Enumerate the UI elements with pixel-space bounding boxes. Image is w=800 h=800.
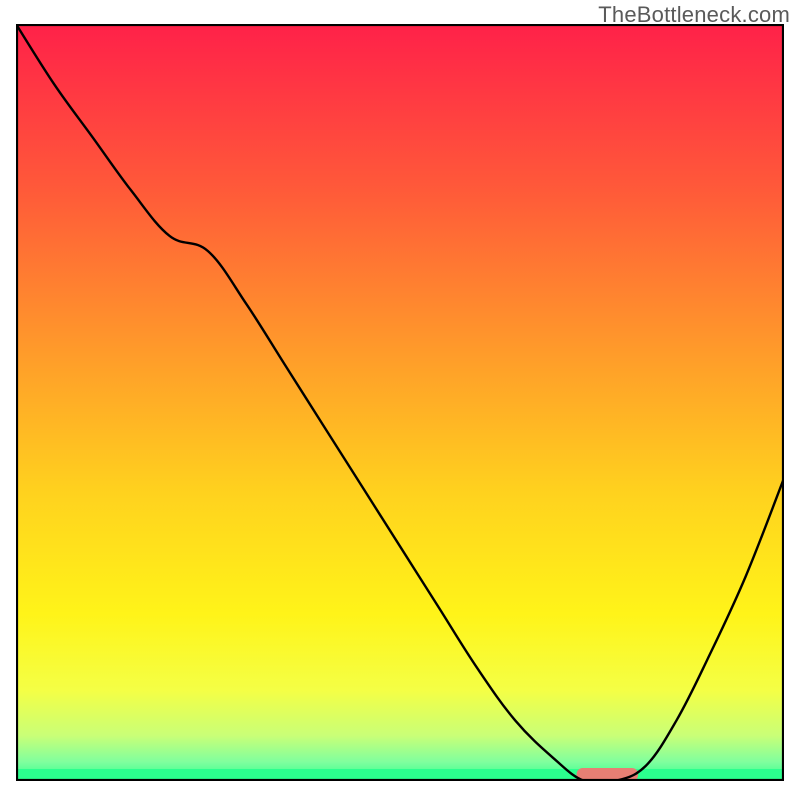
chart-container: TheBottleneck.com: [0, 0, 800, 800]
watermark-label: TheBottleneck.com: [598, 2, 790, 28]
gradient-background: [16, 24, 784, 781]
bottleneck-chart: [16, 24, 784, 781]
